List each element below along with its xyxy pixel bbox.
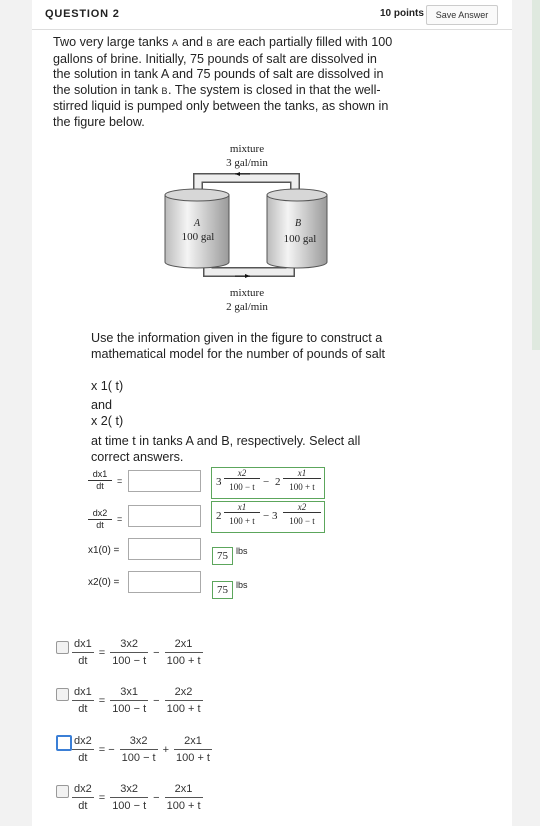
question-header: QUESTION 2 10 points Save Answer (32, 0, 512, 30)
instruction-tail: at time t in tanks A and B, respectively… (91, 434, 361, 464)
bottom-flow-rate: 2 gal/min (226, 301, 268, 313)
tank-a-label: A (193, 218, 201, 229)
dx2-answer-box[interactable] (128, 505, 201, 527)
option-tile-dx1[interactable]: 3 x2 100 − t − 2 x1 100 + t (211, 467, 325, 499)
answer-option-4[interactable]: dx2 dt = 3x2 100 − t −2x1 100 + t (72, 783, 203, 812)
lbs-unit: lbs (236, 546, 248, 556)
lbs-unit: lbs (236, 580, 248, 590)
tank-b-volume: 100 gal (283, 233, 317, 245)
tank-b-label: B (294, 218, 302, 229)
dx2-dt-label: dx2 dt (88, 508, 112, 530)
x2-initial-box[interactable] (128, 571, 201, 593)
answer-option-2[interactable]: dx1 dt = 3x1 100 − t −2x2 100 + t (72, 686, 203, 715)
tank-figure: mixture 3 gal/min A 100 gal B 100 gal mi… (155, 140, 330, 320)
question-text: Two very large tanks A and B are each pa… (53, 35, 393, 129)
option-tile-75-b[interactable]: 75 (212, 581, 233, 599)
answer-option-1[interactable]: dx1 dt = 3x2 100 − t −2x1 100 + t (72, 638, 203, 667)
points-label: 10 points (380, 8, 424, 19)
dx1-dt-label: dx1 dt (88, 469, 112, 491)
answer-checkbox-3[interactable] (56, 735, 72, 751)
question-title: QUESTION 2 (45, 8, 120, 20)
dx1-answer-box[interactable] (128, 470, 201, 492)
and-text: and (91, 398, 113, 412)
top-flow-label: mixture (229, 143, 265, 155)
x2-initial-label: x2(0) = (88, 577, 120, 588)
tank-a-volume: 100 gal (181, 231, 215, 243)
x1-function: x 1( t) (91, 379, 124, 393)
x2-function: x 2( t) (91, 414, 124, 428)
equals-sign: = (117, 476, 123, 486)
answer-checkbox-2[interactable] (56, 688, 69, 701)
equals-sign: = (117, 514, 123, 524)
answer-checkbox-4[interactable] (56, 785, 69, 798)
save-answer-button[interactable]: Save Answer (426, 5, 498, 25)
answer-option-3[interactable]: dx2 dt = −3x2 100 − t +2x1 100 + t (72, 735, 212, 764)
option-tile-dx2[interactable]: 2 x1 100 + t − 3 x2 100 − t (211, 501, 325, 533)
side-scrollbar[interactable] (532, 0, 540, 350)
instruction-text: Use the information given in the figure … (91, 331, 386, 361)
option-tile-75-a[interactable]: 75 (212, 547, 233, 565)
top-flow-rate: 3 gal/min (226, 157, 268, 169)
x1-initial-label: x1(0) = (88, 545, 120, 556)
answer-checkbox-1[interactable] (56, 641, 69, 654)
x1-initial-box[interactable] (128, 538, 201, 560)
bottom-flow-label: mixture (229, 287, 265, 299)
